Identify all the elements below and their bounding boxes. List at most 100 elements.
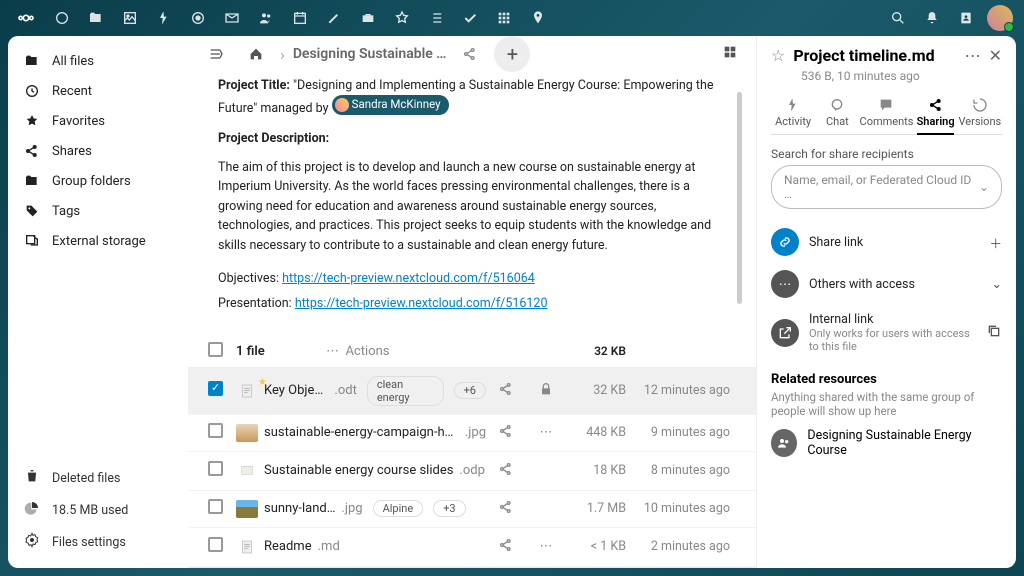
pie-icon <box>24 500 40 520</box>
nav-label: Shares <box>52 144 92 159</box>
row-checkbox[interactable] <box>208 381 223 396</box>
favorites-app-icon[interactable] <box>386 2 418 34</box>
share-icon[interactable] <box>486 423 526 439</box>
row-checkbox[interactable] <box>208 461 223 476</box>
grid-view-icon[interactable] <box>716 38 744 70</box>
notes-app-icon[interactable] <box>318 2 350 34</box>
file-row[interactable]: sunny-land….jpgAlpine+31.7 MB10 minutes … <box>188 491 756 528</box>
nav-recent[interactable]: Recent <box>8 76 188 106</box>
file-thumb <box>236 536 264 558</box>
share-search-label: Search for share recipients <box>771 147 1002 161</box>
file-row[interactable]: Readme.md⋯< 1 KB2 minutes ago <box>188 528 756 567</box>
folder-icon <box>24 53 40 69</box>
nav-label: External storage <box>52 234 146 249</box>
file-row[interactable]: Key Object….odtclean energy+632 KB12 min… <box>188 368 756 415</box>
files-app-icon[interactable] <box>80 2 112 34</box>
file-list-header: 1 file ⋯ Actions 32 KB <box>188 336 756 368</box>
presentation-link[interactable]: https://tech-preview.nextcloud.com/f/516… <box>295 296 548 311</box>
photos-app-icon[interactable] <box>114 2 146 34</box>
deck-app-icon[interactable] <box>352 2 384 34</box>
file-thumb <box>236 460 264 482</box>
file-ext: .odp <box>459 463 484 478</box>
contacts-menu-icon[interactable] <box>950 2 982 34</box>
copy-internal-icon[interactable] <box>986 323 1002 343</box>
internal-link-row[interactable]: Internal linkOnly works for users with a… <box>771 305 1002 360</box>
tasks-app-icon[interactable] <box>454 2 486 34</box>
share-icon[interactable] <box>486 499 526 515</box>
file-row[interactable]: Sustainable energy course slides.odp18 K… <box>188 452 756 491</box>
share-icon[interactable] <box>486 381 526 397</box>
close-icon[interactable]: ✕ <box>989 46 1002 65</box>
list-app-icon[interactable] <box>420 2 452 34</box>
more-icon[interactable]: ⋯ <box>526 425 566 440</box>
calendar-app-icon[interactable] <box>284 2 316 34</box>
favorite-star-icon[interactable]: ☆ <box>771 46 785 65</box>
row-checkbox[interactable] <box>208 537 223 552</box>
tag-pill[interactable]: +6 <box>454 382 486 399</box>
nav-label: All files <box>52 54 94 69</box>
dashboard-icon[interactable] <box>46 2 78 34</box>
user-menu[interactable] <box>984 2 1016 34</box>
nav-quota[interactable]: 18.5 MB used <box>8 494 188 526</box>
nav-tags[interactable]: Tags <box>8 196 188 226</box>
file-name: Readme <box>264 539 312 554</box>
file-ext: .md <box>318 539 340 554</box>
expand-others-icon[interactable]: ⌄ <box>992 276 1002 292</box>
select-all-checkbox[interactable] <box>208 342 223 357</box>
home-icon[interactable] <box>240 38 272 70</box>
tables-app-icon[interactable] <box>488 2 520 34</box>
group-folder-icon <box>24 173 40 189</box>
tab-sharing[interactable]: Sharing <box>913 93 957 134</box>
nav-external[interactable]: External storage <box>8 226 188 256</box>
file-time: 9 minutes ago <box>626 425 736 440</box>
nav-shares[interactable]: Shares <box>8 136 188 166</box>
star-icon <box>24 113 40 129</box>
talk-app-icon[interactable] <box>182 2 214 34</box>
search-icon[interactable] <box>882 2 914 34</box>
row-checkbox[interactable] <box>208 423 223 438</box>
objectives-link[interactable]: https://tech-preview.nextcloud.com/f/516… <box>282 271 535 286</box>
more-icon[interactable]: ⋯ <box>526 539 566 554</box>
tab-chat[interactable]: Chat <box>815 93 859 134</box>
nav-all-files[interactable]: All files <box>8 46 188 76</box>
maps-app-icon[interactable] <box>522 2 554 34</box>
contacts-app-icon[interactable] <box>250 2 282 34</box>
related-resource[interactable]: Designing Sustainable Energy Course <box>771 428 1002 458</box>
details-panel: ☆ Project timeline.md ⋯ ✕ 536 B, 10 minu… <box>756 36 1016 568</box>
file-row[interactable]: Project tim….md⋯< 1 KB10 minutes ago <box>188 567 756 568</box>
file-row[interactable]: sustainable-energy-campaign-hand-holding… <box>188 415 756 452</box>
add-button[interactable]: + <box>494 36 530 72</box>
header-count: 1 file <box>236 344 326 359</box>
details-more-icon[interactable]: ⋯ <box>965 46 981 65</box>
add-share-link-icon[interactable]: ＋ <box>989 233 1002 252</box>
nextcloud-logo[interactable] <box>8 0 44 36</box>
activity-app-icon[interactable] <box>148 2 180 34</box>
user-mention[interactable]: Sandra McKinney <box>332 95 449 115</box>
tag-pill[interactable]: +3 <box>433 500 465 517</box>
tag-pill[interactable]: clean energy <box>367 376 444 406</box>
others-access-row[interactable]: ⋯ Others with access ⌄ <box>771 263 1002 305</box>
file-thumb <box>236 380 264 402</box>
file-ext: .jpg <box>341 501 362 516</box>
file-time: 12 minutes ago <box>626 383 736 398</box>
tab-versions[interactable]: Versions <box>958 93 1002 134</box>
toggle-sidebar-icon[interactable] <box>200 38 232 70</box>
file-thumb <box>236 424 264 442</box>
share-link-row[interactable]: Share link ＋ <box>771 221 1002 263</box>
nav-settings[interactable]: Files settings <box>8 526 188 558</box>
breadcrumb-folder[interactable]: Designing Sustainable … <box>293 46 447 62</box>
share-icon[interactable] <box>486 461 526 477</box>
tab-comments[interactable]: Comments <box>860 93 914 134</box>
tab-activity[interactable]: Activity <box>771 93 815 134</box>
nav-label: Favorites <box>52 114 105 129</box>
mail-app-icon[interactable] <box>216 2 248 34</box>
nav-group-folders[interactable]: Group folders <box>8 166 188 196</box>
notifications-icon[interactable] <box>916 2 948 34</box>
share-search-input[interactable]: Name, email, or Federated Cloud ID …⌄ <box>771 165 1002 209</box>
tag-pill[interactable]: Alpine <box>373 500 424 517</box>
nav-favorites[interactable]: Favorites <box>8 106 188 136</box>
nav-deleted[interactable]: Deleted files <box>8 462 188 494</box>
row-checkbox[interactable] <box>208 499 223 514</box>
share-icon[interactable] <box>486 537 526 553</box>
share-breadcrumb-icon[interactable] <box>454 38 486 70</box>
